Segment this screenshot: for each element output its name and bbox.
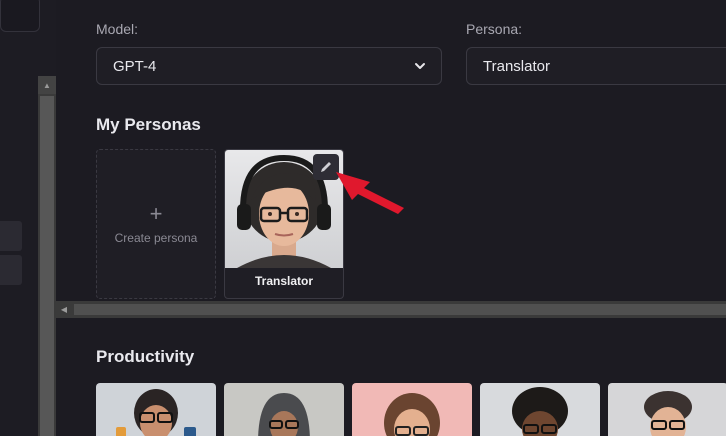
productivity-persona-card[interactable] <box>224 383 344 436</box>
scroll-up-arrow-icon[interactable]: ▲ <box>38 76 56 94</box>
persona-avatar <box>384 393 440 436</box>
vertical-scrollbar[interactable]: ▲ <box>38 76 56 436</box>
sidebar-item[interactable] <box>0 221 22 251</box>
productivity-title: Productivity <box>96 347 195 366</box>
productivity-persona-card[interactable] <box>96 383 216 436</box>
sidebar-item[interactable] <box>0 255 22 285</box>
scroll-left-arrow-icon[interactable]: ◀ <box>56 301 72 318</box>
left-sidebar: ▲ <box>0 0 56 436</box>
persona-avatar <box>116 389 196 436</box>
persona-label: Persona: <box>466 21 523 37</box>
red-arrow-annotation <box>336 172 404 214</box>
horizontal-scroll-thumb[interactable] <box>74 304 726 315</box>
persona-select[interactable]: Translator <box>466 47 726 85</box>
vertical-scroll-thumb[interactable] <box>40 96 54 436</box>
my-personas-title: My Personas <box>96 115 201 134</box>
create-persona-label: Create persona <box>114 231 198 245</box>
main-panel: Model: GPT-4 Persona: Translator My Pers… <box>56 0 726 436</box>
persona-card-name: Translator <box>254 274 314 288</box>
persona-select-value: Translator <box>483 57 550 75</box>
productivity-persona-card[interactable] <box>480 383 600 436</box>
model-select-value: GPT-4 <box>113 57 157 75</box>
persona-avatar <box>512 387 568 436</box>
horizontal-scrollbar[interactable]: ◀ <box>56 301 726 318</box>
plus-icon: + <box>149 201 163 226</box>
sidebar-top-box[interactable] <box>0 0 40 32</box>
chevron-down-icon <box>415 63 425 69</box>
persona-avatar <box>258 393 310 436</box>
persona-avatar <box>644 391 692 436</box>
productivity-persona-card[interactable] <box>608 383 726 436</box>
model-select[interactable]: GPT-4 <box>96 47 442 85</box>
productivity-persona-card[interactable] <box>352 383 472 436</box>
model-label: Model: <box>96 21 139 37</box>
create-persona-card[interactable]: + Create persona <box>96 149 216 299</box>
